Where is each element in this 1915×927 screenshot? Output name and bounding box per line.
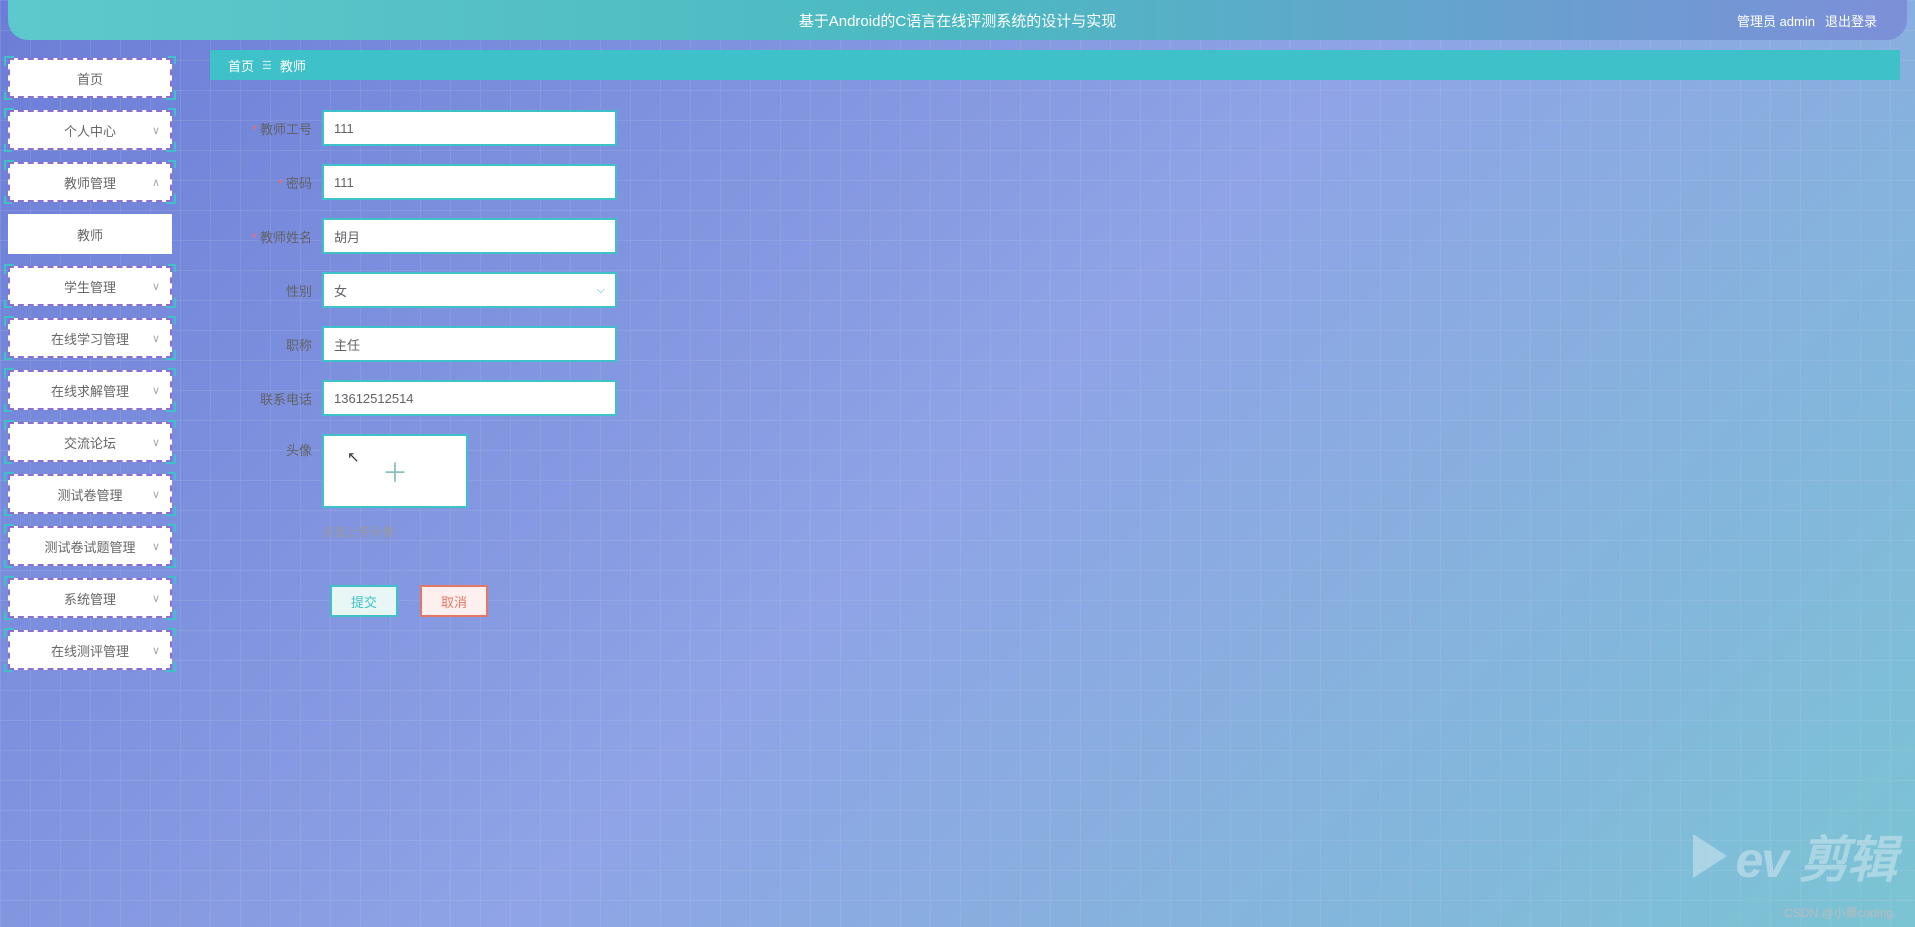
sidebar-item-teacher[interactable]: 教师 [8, 214, 172, 254]
sidebar-item-label: 系统管理 [64, 589, 116, 608]
title-input[interactable] [322, 326, 617, 362]
chevron-down-icon: ∨ [152, 540, 160, 553]
chevron-down-icon: ∨ [152, 488, 160, 501]
sidebar-item-test-question[interactable]: 测试卷试题管理 ∨ [8, 526, 172, 566]
teacher-id-input[interactable] [322, 110, 617, 146]
sidebar-item-online-exam[interactable]: 在线测评管理 ∨ [8, 630, 172, 670]
breadcrumb-separator-icon: ☰ [262, 59, 272, 72]
sidebar: 首页 个人中心 ∨ 教师管理 ∧ 教师 学生管理 ∨ 在线学 [0, 50, 180, 678]
gender-value: 女 [334, 281, 347, 300]
sidebar-item-test-paper[interactable]: 测试卷管理 ∨ [8, 474, 172, 514]
sidebar-item-label: 交流论坛 [64, 433, 116, 452]
chevron-up-icon: ∧ [152, 176, 160, 189]
chevron-down-icon: ∨ [152, 644, 160, 657]
sidebar-item-label: 测试卷试题管理 [44, 537, 135, 556]
watermark-text: ev 剪辑 [1735, 820, 1895, 892]
name-input[interactable] [322, 218, 617, 254]
breadcrumb-home[interactable]: 首页 [228, 56, 254, 75]
upload-hint: 点击上传头像 [322, 523, 468, 540]
sidebar-item-label: 教师管理 [64, 173, 116, 192]
sidebar-item-label: 在线求解管理 [51, 381, 129, 400]
label-avatar: 头像 [230, 434, 322, 459]
watermark: ev 剪辑 [1693, 820, 1895, 892]
sidebar-item-profile[interactable]: 个人中心 ∨ [8, 110, 172, 150]
play-icon [1693, 834, 1727, 878]
sidebar-item-label: 教师 [77, 225, 103, 244]
csdn-watermark: CSDN @小蔡coding [1784, 904, 1893, 921]
app-title: 基于Android的C语言在线评测系统的设计与实现 [799, 10, 1117, 31]
main-content: 首页 ☰ 教师 *教师工号 *密码 *教师姓名 性别 [180, 50, 1915, 678]
sidebar-item-label: 在线测评管理 [51, 641, 129, 660]
sidebar-item-label: 首页 [77, 69, 103, 88]
sidebar-item-online-solve[interactable]: 在线求解管理 ∨ [8, 370, 172, 410]
sidebar-item-teacher-mgmt[interactable]: 教师管理 ∧ [8, 162, 172, 202]
label-title: 职称 [230, 335, 322, 354]
sidebar-item-forum[interactable]: 交流论坛 ∨ [8, 422, 172, 462]
logout-link[interactable]: 退出登录 [1825, 11, 1877, 30]
breadcrumb: 首页 ☰ 教师 [210, 50, 1900, 80]
label-name: *教师姓名 [230, 227, 322, 246]
teacher-form: *教师工号 *密码 *教师姓名 性别 女 ⌵ [210, 80, 1900, 647]
phone-input[interactable] [322, 380, 617, 416]
label-password: *密码 [230, 173, 322, 192]
plus-icon: ＋ [382, 453, 408, 490]
sidebar-item-label: 在线学习管理 [51, 329, 129, 348]
chevron-down-icon: ∨ [152, 332, 160, 345]
sidebar-item-label: 测试卷管理 [57, 485, 122, 504]
admin-user-label[interactable]: 管理员 admin [1737, 11, 1815, 30]
gender-select[interactable]: 女 ⌵ [322, 272, 617, 308]
app-header: 基于Android的C语言在线评测系统的设计与实现 管理员 admin 退出登录 [8, 0, 1907, 40]
chevron-down-icon: ∨ [152, 280, 160, 293]
label-teacher-id: *教师工号 [230, 119, 322, 138]
avatar-upload[interactable]: ＋ [322, 434, 468, 508]
sidebar-item-label: 个人中心 [64, 121, 116, 140]
chevron-down-icon: ⌵ [597, 284, 605, 297]
password-input[interactable] [322, 164, 617, 200]
label-gender: 性别 [230, 281, 322, 300]
sidebar-item-home[interactable]: 首页 [8, 58, 172, 98]
label-phone: 联系电话 [230, 389, 322, 408]
submit-button[interactable]: 提交 [330, 585, 398, 617]
breadcrumb-current: 教师 [280, 56, 306, 75]
chevron-down-icon: ∨ [152, 592, 160, 605]
chevron-down-icon: ∨ [152, 436, 160, 449]
sidebar-item-online-study[interactable]: 在线学习管理 ∨ [8, 318, 172, 358]
sidebar-item-student-mgmt[interactable]: 学生管理 ∨ [8, 266, 172, 306]
chevron-down-icon: ∨ [152, 124, 160, 137]
sidebar-item-label: 学生管理 [64, 277, 116, 296]
cancel-button[interactable]: 取消 [420, 585, 488, 617]
sidebar-item-system[interactable]: 系统管理 ∨ [8, 578, 172, 618]
chevron-down-icon: ∨ [152, 384, 160, 397]
